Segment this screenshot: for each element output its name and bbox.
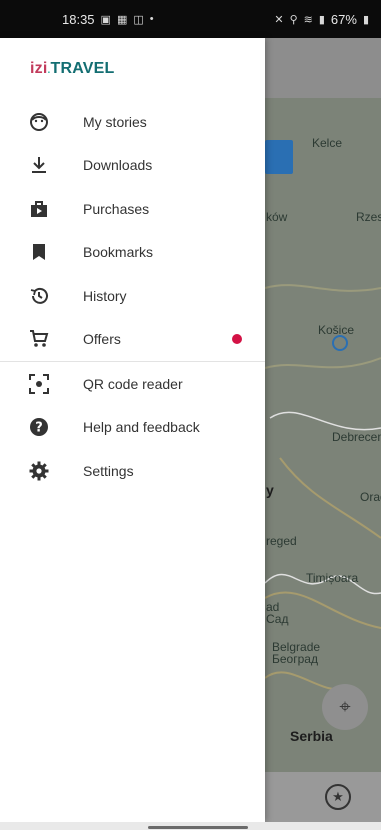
map-label: Serbia bbox=[290, 728, 333, 744]
menu-item-bookmarks[interactable]: Bookmarks bbox=[0, 231, 265, 275]
map-bottom-bar: ★ bbox=[265, 772, 381, 822]
menu-item-qr-code-reader[interactable]: QR code reader bbox=[0, 362, 265, 406]
menu-item-label: Bookmarks bbox=[83, 244, 154, 261]
cart-icon bbox=[28, 328, 50, 350]
bookmark-icon bbox=[28, 241, 50, 263]
menu-item-label: Offers bbox=[83, 331, 121, 348]
svg-text:?: ? bbox=[35, 421, 43, 436]
menu-item-label: QR code reader bbox=[83, 375, 183, 392]
history-icon bbox=[28, 285, 50, 307]
menu-item-history[interactable]: History bbox=[0, 274, 265, 318]
menu-item-label: History bbox=[83, 287, 127, 304]
grid-icon: ▦ bbox=[116, 13, 128, 26]
map-blue-button[interactable] bbox=[265, 140, 293, 174]
map-label: Orad bbox=[360, 490, 381, 504]
menu-item-label: Help and feedback bbox=[83, 419, 200, 436]
menu-item-offers[interactable]: Offers bbox=[0, 318, 265, 362]
signal-icon: ▮ bbox=[318, 13, 325, 26]
map-label: Debrecen bbox=[332, 430, 381, 444]
map-label: y bbox=[266, 482, 274, 498]
status-time: 18:35 bbox=[62, 11, 95, 27]
menu-item-label: Settings bbox=[83, 462, 134, 479]
navigation-drawer: izi.TRAVEL My stories Downloads Purchase… bbox=[0, 38, 265, 822]
app-logo: izi.TRAVEL bbox=[30, 60, 115, 77]
map-top-bar bbox=[265, 38, 381, 98]
map-label: Timișoara bbox=[306, 571, 359, 585]
image-icon: ▣ bbox=[100, 13, 111, 26]
crosshair-icon: ⌖ bbox=[339, 695, 351, 718]
map-label: Košice bbox=[318, 323, 355, 337]
battery-icon: ▮ bbox=[362, 13, 369, 26]
my-location-button[interactable]: ⌖ bbox=[322, 684, 368, 730]
menu-item-my-stories[interactable]: My stories bbox=[0, 100, 265, 144]
map-label: ków bbox=[266, 210, 288, 224]
system-nav-bar bbox=[0, 822, 381, 830]
menu-item-label: My stories bbox=[83, 113, 147, 130]
drawer-menu: My stories Downloads Purchases Bookmarks… bbox=[0, 100, 265, 493]
status-bar: 18:35 ▣ ▦ ◫ • ✕ ⚲ ≋ ▮ 67% ▮ bbox=[0, 0, 381, 38]
menu-item-purchases[interactable]: Purchases bbox=[0, 187, 265, 231]
star-icon[interactable]: ★ bbox=[325, 784, 351, 810]
shop-bag-icon bbox=[28, 198, 50, 220]
map-label: reged bbox=[266, 534, 297, 548]
menu-item-settings[interactable]: Settings bbox=[0, 449, 265, 493]
menu-item-label: Purchases bbox=[83, 200, 150, 217]
menu-item-downloads[interactable]: Downloads bbox=[0, 144, 265, 188]
download-icon bbox=[28, 154, 50, 176]
home-handle[interactable] bbox=[148, 826, 248, 829]
map-label: Kelce bbox=[312, 136, 343, 150]
menu-item-label: Downloads bbox=[83, 157, 153, 174]
face-icon bbox=[28, 111, 50, 133]
map-label: Београд bbox=[272, 652, 318, 666]
gear-icon bbox=[28, 460, 50, 482]
map-label: Сад bbox=[266, 612, 289, 626]
offers-badge bbox=[232, 334, 242, 345]
battery-level: 67% bbox=[330, 11, 357, 27]
bag-icon: ◫ bbox=[133, 13, 144, 26]
help-icon: ? bbox=[28, 416, 50, 438]
mute-icon: ✕ bbox=[274, 13, 284, 26]
map-label: Rzes bbox=[356, 210, 381, 224]
dot-icon: • bbox=[149, 13, 154, 25]
menu-item-help-and-feedback[interactable]: ? Help and feedback bbox=[0, 406, 265, 450]
location-pin-icon: ⚲ bbox=[289, 13, 298, 26]
wifi-icon: ≋ bbox=[303, 13, 313, 26]
qr-scan-icon bbox=[28, 373, 50, 395]
